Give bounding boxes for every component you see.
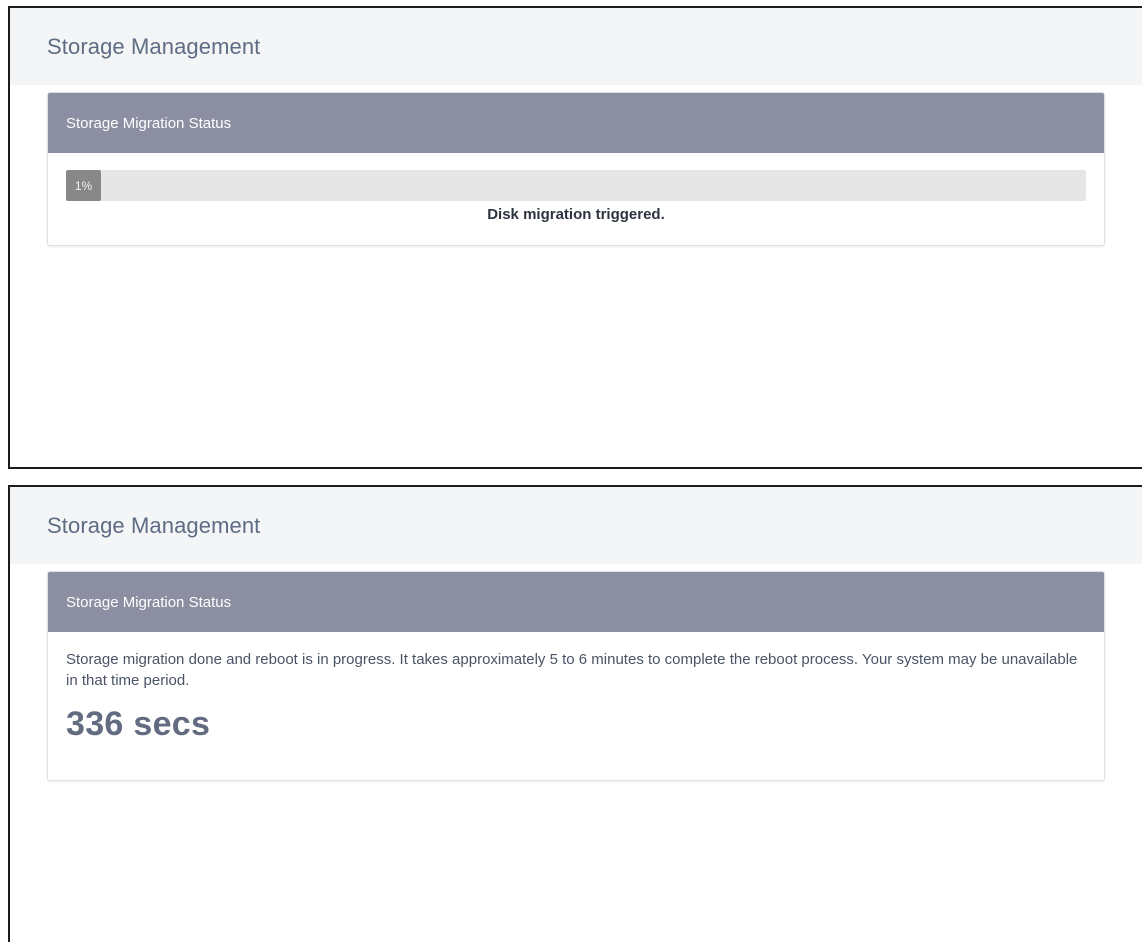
panel-body: 1% Disk migration triggered. <box>48 153 1104 223</box>
reboot-progress-screen: Storage Management Storage Migration Sta… <box>8 485 1142 942</box>
progress-percent-label: 1% <box>74 178 93 193</box>
page-header: Storage Management <box>10 487 1142 564</box>
reboot-countdown: 336 secs <box>66 705 211 743</box>
storage-migration-status-panel: Storage Migration Status Storage migrati… <box>47 571 1105 781</box>
panel-title: Storage Migration Status <box>66 593 232 611</box>
panel-title: Storage Migration Status <box>66 114 232 132</box>
page-title: Storage Management <box>47 512 261 538</box>
migration-status-text: Disk migration triggered. <box>487 206 665 223</box>
panel-heading: Storage Migration Status <box>48 93 1104 153</box>
migration-progress-bar: 1% <box>66 170 1086 201</box>
storage-migration-status-panel: Storage Migration Status 1% Disk migrati… <box>47 92 1105 246</box>
reboot-message: Storage migration done and reboot is in … <box>66 651 1078 689</box>
page-header: Storage Management <box>10 8 1142 85</box>
page-title: Storage Management <box>47 33 261 59</box>
migration-progress-screen: Storage Management Storage Migration Sta… <box>8 6 1142 469</box>
panel-body: Storage migration done and reboot is in … <box>48 632 1104 744</box>
progress-bar-fill: 1% <box>66 170 101 201</box>
panel-heading: Storage Migration Status <box>48 572 1104 632</box>
